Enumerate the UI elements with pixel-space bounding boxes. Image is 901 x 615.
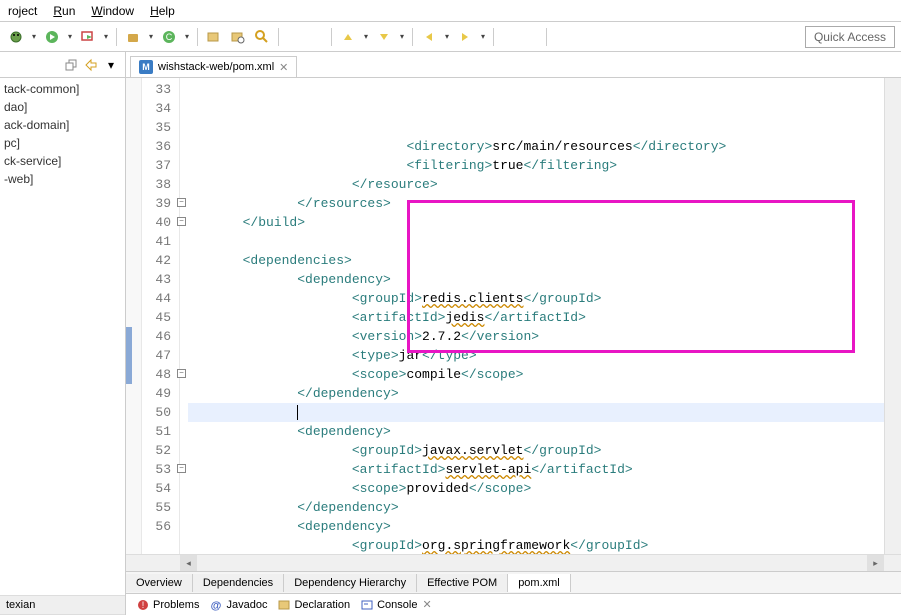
project-tree[interactable]: tack-common]dao]ack-domain]pc]ck-service… [0,78,125,515]
bottom-tab-effective-pom[interactable]: Effective POM [417,574,508,592]
bottom-tab-dependencies[interactable]: Dependencies [193,574,284,592]
code-line[interactable]: <groupId>org.springframework</groupId> [188,536,884,554]
tree-item[interactable]: dao] [0,98,125,116]
dropdown-icon[interactable]: ▾ [30,32,38,41]
code-line[interactable]: <groupId>javax.servlet</groupId> [188,441,884,460]
editor-tabs: M wishstack-web/pom.xml ✕ [126,52,901,78]
bottom-tab-overview[interactable]: Overview [126,574,193,592]
line-number-gutter: 33343536373839−40−4142434445464748−49505… [142,78,180,554]
search-icon[interactable] [252,27,272,47]
tree-item[interactable]: ck-service] [0,152,125,170]
menu-window[interactable]: Window [83,2,142,20]
dropdown-icon[interactable]: ▾ [183,32,191,41]
view-problems[interactable]: !Problems [132,596,203,614]
javadoc-icon: @ [209,598,223,612]
dropdown-icon[interactable]: ▾ [443,32,451,41]
menu-help[interactable]: Help [142,2,183,20]
scroll-left-icon[interactable]: ◂ [180,555,197,572]
svg-text:!: ! [142,600,145,610]
working-set[interactable]: texian [0,595,125,615]
dropdown-icon[interactable]: ▾ [362,32,370,41]
code-line[interactable]: </resource> [188,175,884,194]
code-line[interactable]: <artifactId>servlet-api</artifactId> [188,460,884,479]
view-console[interactable]: Console✕ [356,596,436,614]
scroll-right-icon[interactable]: ▸ [867,555,884,572]
code-line[interactable] [188,232,884,251]
forward-icon[interactable] [455,27,475,47]
svg-text:C: C [166,32,173,42]
run-icon[interactable] [42,27,62,47]
collapse-all-icon[interactable] [63,57,79,73]
code-line[interactable]: <scope>provided</scope> [188,479,884,498]
code-line[interactable]: <dependency> [188,270,884,289]
code-line[interactable]: <groupId>redis.clients</groupId> [188,289,884,308]
code-line[interactable]: <scope>compile</scope> [188,365,884,384]
dropdown-icon[interactable]: ▾ [66,32,74,41]
prev-annotation-icon[interactable] [338,27,358,47]
code-line[interactable]: </resources> [188,194,884,213]
menubar: rojectRunWindowHelp [0,0,901,22]
code-line[interactable]: <version>2.7.2</version> [188,327,884,346]
code-line[interactable]: <dependency> [188,517,884,536]
code-line[interactable]: <artifactId>jedis</artifactId> [188,308,884,327]
menu-roject[interactable]: roject [0,2,45,20]
svg-text:@: @ [211,600,222,611]
code-area[interactable]: <directory>src/main/resources</directory… [180,78,884,554]
new-class-icon[interactable]: C [159,27,179,47]
back-icon[interactable] [419,27,439,47]
dropdown-icon[interactable]: ▾ [398,32,406,41]
package-explorer: ▾ tack-common]dao]ack-domain]pc]ck-servi… [0,52,126,615]
view-menu-icon[interactable]: ▾ [103,57,119,73]
code-line[interactable] [188,403,884,422]
view-javadoc[interactable]: @Javadoc [205,596,271,614]
tree-item[interactable]: ack-domain] [0,116,125,134]
code-line[interactable]: <dependencies> [188,251,884,270]
maven-file-icon: M [139,60,153,74]
tree-item[interactable]: tack-common] [0,80,125,98]
dropdown-icon[interactable]: ▾ [479,32,487,41]
menu-run[interactable]: Run [45,2,83,20]
code-editor[interactable]: 33343536373839−40−4142434445464748−49505… [126,78,901,554]
debug-icon[interactable] [6,27,26,47]
dropdown-icon[interactable]: ▾ [147,32,155,41]
next-annotation-icon[interactable] [374,27,394,47]
editor-tab-pom[interactable]: M wishstack-web/pom.xml ✕ [130,56,297,77]
code-line[interactable]: </dependency> [188,498,884,517]
bottom-tab-dependency-hierarchy[interactable]: Dependency Hierarchy [284,574,417,592]
horizontal-scrollbar[interactable]: ◂ ▸ [126,554,901,571]
code-line[interactable]: </build> [188,213,884,232]
quick-access-input[interactable]: Quick Access [805,26,895,48]
view-declaration[interactable]: Declaration [273,596,354,614]
code-line[interactable]: <type>jar</type> [188,346,884,365]
main-toolbar: ▾ ▾ ▾ ▾ C ▾ ▾ ▾ ▾ ▾ Quick Access [0,22,901,52]
code-line[interactable]: </dependency> [188,384,884,403]
code-line[interactable]: <directory>src/main/resources</directory… [188,137,884,156]
external-tools-icon[interactable] [78,27,98,47]
open-type-icon[interactable] [204,27,224,47]
open-task-icon[interactable] [228,27,248,47]
tree-item[interactable]: -web] [0,170,125,188]
code-line[interactable]: <dependency> [188,422,884,441]
vertical-scrollbar[interactable] [884,78,901,554]
close-icon[interactable]: ✕ [422,598,431,611]
views-bar: !Problems@JavadocDeclarationConsole✕ [126,593,901,615]
new-package-icon[interactable] [123,27,143,47]
bottom-tab-pom.xml[interactable]: pom.xml [508,574,571,592]
close-icon[interactable]: ✕ [279,61,288,74]
problems-icon: ! [136,598,150,612]
decl-icon [277,598,291,612]
link-editor-icon[interactable] [83,57,99,73]
console-icon [360,598,374,612]
code-line[interactable]: <filtering>true</filtering> [188,156,884,175]
tab-label: wishstack-web/pom.xml [158,61,274,73]
tree-item[interactable]: pc] [0,134,125,152]
dropdown-icon[interactable]: ▾ [102,32,110,41]
pom-editor-tabs: OverviewDependenciesDependency Hierarchy… [126,571,901,593]
editor-ruler [126,78,142,554]
